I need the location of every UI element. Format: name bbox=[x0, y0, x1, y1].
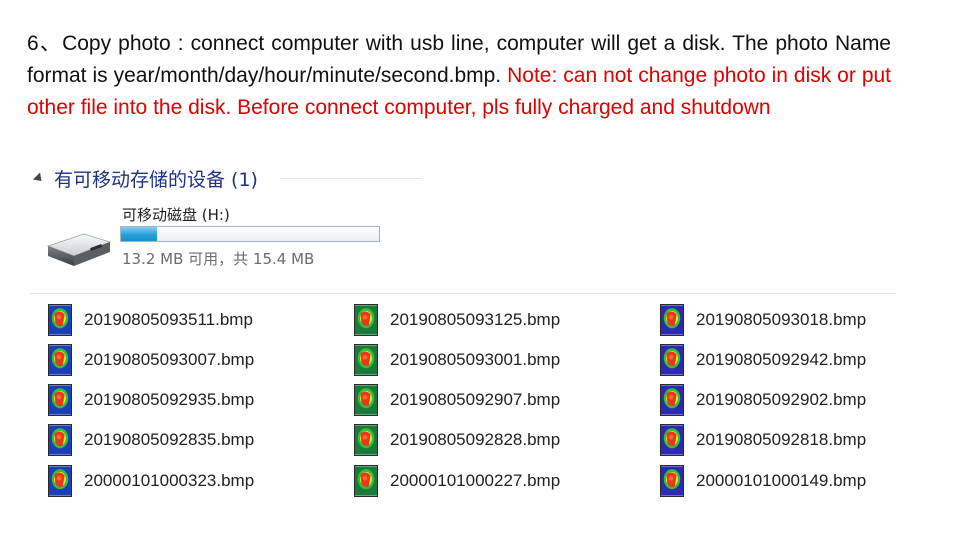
file-name: 20000101000149.bmp bbox=[696, 471, 867, 490]
drive-space-text: 13.2 MB 可用，共 15.4 MB bbox=[122, 250, 315, 268]
thermal-image-icon bbox=[660, 344, 684, 376]
collapse-triangle-icon[interactable] bbox=[32, 171, 46, 185]
file-item[interactable]: 20190805092902.bmp bbox=[660, 382, 866, 418]
drive-usage-bar bbox=[120, 226, 380, 242]
file-name: 20190805092835.bmp bbox=[84, 430, 255, 449]
thermal-image-icon bbox=[48, 465, 72, 497]
file-item[interactable]: 20000101000149.bmp bbox=[660, 463, 866, 499]
file-item[interactable]: 20190805093018.bmp bbox=[660, 302, 866, 338]
group-divider bbox=[280, 178, 422, 179]
thermal-image-icon bbox=[660, 424, 684, 456]
file-name: 20000101000227.bmp bbox=[390, 471, 561, 490]
explorer-devices-panel: 有可移动存储的设备 (1) 可移动磁盘 (H:) 13.2 MB 可用，共 15… bbox=[30, 158, 422, 288]
thermal-image-icon bbox=[354, 304, 378, 336]
group-header[interactable]: 有可移动存储的设备 (1) bbox=[30, 164, 258, 192]
removable-drive-icon bbox=[44, 226, 114, 272]
file-item[interactable]: 20190805092818.bmp bbox=[660, 422, 866, 458]
file-name: 20190805092942.bmp bbox=[696, 350, 867, 369]
drive-usage-fill bbox=[121, 227, 158, 241]
file-name: 20190805093018.bmp bbox=[696, 310, 867, 329]
thermal-image-icon bbox=[660, 384, 684, 416]
thermal-image-icon bbox=[48, 384, 72, 416]
file-item[interactable]: 20190805092828.bmp bbox=[354, 422, 560, 458]
file-item[interactable]: 20190805093511.bmp bbox=[48, 302, 253, 338]
file-name: 20190805093511.bmp bbox=[84, 310, 253, 329]
thermal-image-icon bbox=[354, 344, 378, 376]
thermal-image-icon bbox=[660, 304, 684, 336]
thermal-image-icon bbox=[48, 344, 72, 376]
file-item[interactable]: 20190805092942.bmp bbox=[660, 342, 866, 378]
thermal-image-icon bbox=[48, 424, 72, 456]
file-item[interactable]: 20190805093001.bmp bbox=[354, 342, 560, 378]
file-item[interactable]: 20000101000227.bmp bbox=[354, 463, 560, 499]
file-item[interactable]: 20190805092907.bmp bbox=[354, 382, 560, 418]
file-name: 20190805092828.bmp bbox=[390, 430, 561, 449]
file-item[interactable]: 20190805093125.bmp bbox=[354, 302, 560, 338]
section-divider bbox=[30, 293, 896, 294]
file-name: 20190805093007.bmp bbox=[84, 350, 255, 369]
file-item[interactable]: 20190805093007.bmp bbox=[48, 342, 254, 378]
drive-name: 可移动磁盘 (H:) bbox=[122, 206, 230, 224]
file-name: 20190805092907.bmp bbox=[390, 390, 561, 409]
file-name: 20190805092818.bmp bbox=[696, 430, 867, 449]
removable-drive-item[interactable]: 可移动磁盘 (H:) 13.2 MB 可用，共 15.4 MB bbox=[44, 202, 424, 282]
file-item[interactable]: 20190805092835.bmp bbox=[48, 422, 254, 458]
thermal-image-icon bbox=[48, 304, 72, 336]
thermal-image-icon bbox=[660, 465, 684, 497]
thermal-image-icon bbox=[354, 384, 378, 416]
file-item[interactable]: 20190805092935.bmp bbox=[48, 382, 254, 418]
thermal-image-icon bbox=[354, 465, 378, 497]
file-name: 20190805093125.bmp bbox=[390, 310, 561, 329]
file-name: 20190805092902.bmp bbox=[696, 390, 867, 409]
file-name: 20190805093001.bmp bbox=[390, 350, 561, 369]
file-name: 20190805092935.bmp bbox=[84, 390, 255, 409]
group-title: 有可移动存储的设备 (1) bbox=[54, 168, 258, 191]
instructions-paragraph: 6、Copy photo : connect computer with usb… bbox=[27, 28, 891, 124]
file-item[interactable]: 20000101000323.bmp bbox=[48, 463, 254, 499]
file-list: 20190805093511.bmp 20190805093125.bmp 2019… bbox=[48, 302, 908, 512]
file-name: 20000101000323.bmp bbox=[84, 471, 255, 490]
thermal-image-icon bbox=[354, 424, 378, 456]
